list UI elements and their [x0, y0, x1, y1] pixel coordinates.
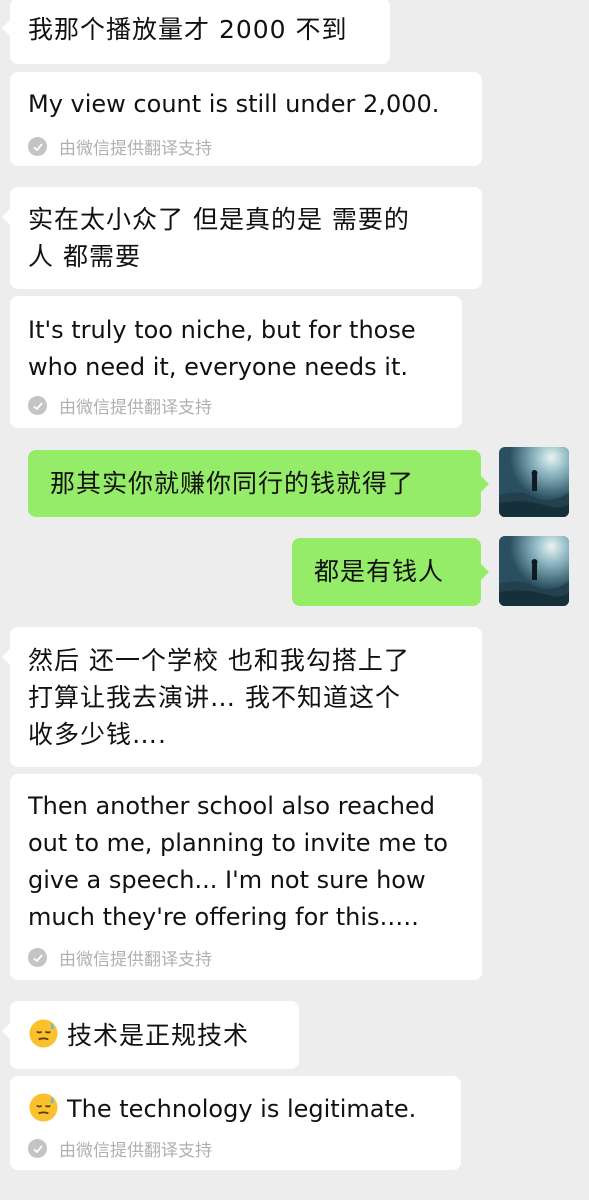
sweat-emoji-icon [29, 1093, 58, 1122]
message-text: 那其实你就赚你同行的钱就得了 [50, 469, 415, 498]
translation-text: The technology is legitimate. [67, 1095, 417, 1123]
translation-bubble[interactable]: The technology is legitimate. 由微信提供翻译支持 [10, 1076, 461, 1170]
translation-text: My view count is still under 2,000. [28, 90, 440, 118]
user-avatar[interactable] [499, 447, 569, 517]
message-text-row: 技术是正规技术 [28, 1017, 249, 1054]
message-text: 技术是正规技术 [67, 1021, 250, 1050]
translation-credit-text: 由微信提供翻译支持 [59, 398, 212, 418]
translation-credit: 由微信提供翻译支持 [28, 393, 212, 418]
chat-thread: 我那个播放量才 2000 不到 My view count is still u… [0, 0, 589, 1200]
check-icon [28, 137, 47, 156]
incoming-message-bubble[interactable]: 我那个播放量才 2000 不到 [2, 0, 390, 64]
translation-credit: 由微信提供翻译支持 [28, 945, 212, 970]
check-icon [28, 1139, 47, 1158]
incoming-message-bubble[interactable]: 然后 还一个学校 也和我勾搭上了 打算让我去演讲… 我不知道这个 收多少钱…. [2, 627, 482, 767]
message-text: 实在太小众了 但是真的是 需要的 人 都需要 [28, 205, 410, 271]
message-text: 都是有钱人 [314, 557, 445, 586]
incoming-message-bubble[interactable]: 技术是正规技术 [2, 1001, 299, 1069]
check-icon [28, 396, 47, 415]
sweat-emoji-icon [29, 1019, 58, 1048]
message-text: 我那个播放量才 2000 不到 [28, 15, 348, 44]
incoming-message-bubble[interactable]: 实在太小众了 但是真的是 需要的 人 都需要 [2, 187, 482, 289]
translation-credit-text: 由微信提供翻译支持 [59, 950, 212, 970]
translation-credit: 由微信提供翻译支持 [28, 134, 212, 159]
translation-bubble[interactable]: Then another school also reached out to … [10, 774, 482, 980]
translation-credit-text: 由微信提供翻译支持 [59, 139, 212, 159]
translation-text-row: The technology is legitimate. [28, 1091, 416, 1128]
translation-bubble[interactable]: It's truly too niche, but for those who … [10, 296, 462, 428]
translation-text: It's truly too niche, but for those who … [28, 316, 416, 381]
translation-bubble[interactable]: My view count is still under 2,000. 由微信提… [10, 72, 482, 166]
check-icon [28, 948, 47, 967]
outgoing-message-bubble[interactable]: 都是有钱人 [292, 538, 489, 606]
translation-credit-text: 由微信提供翻译支持 [59, 1141, 212, 1161]
translation-credit: 由微信提供翻译支持 [28, 1136, 212, 1161]
message-text: 然后 还一个学校 也和我勾搭上了 打算让我去演讲… 我不知道这个 收多少钱…. [28, 646, 410, 749]
user-avatar[interactable] [499, 536, 569, 606]
outgoing-message-bubble[interactable]: 那其实你就赚你同行的钱就得了 [28, 450, 489, 517]
translation-text: Then another school also reached out to … [28, 792, 448, 931]
